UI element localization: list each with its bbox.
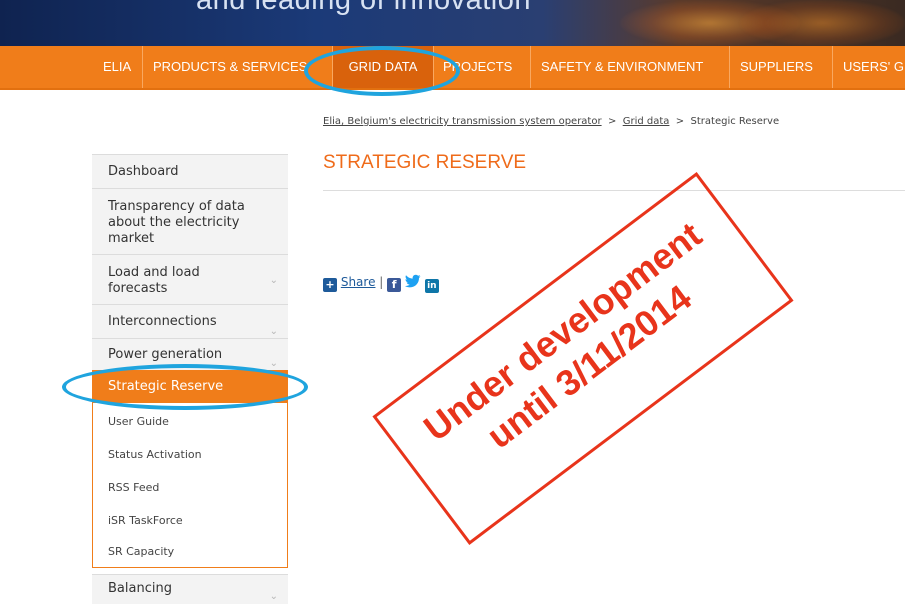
banner-glow — [740, 0, 905, 46]
chevron-down-icon: ⌄ — [269, 274, 278, 286]
share-bar: + Share | f in — [323, 274, 439, 293]
banner-tagline: and leading of innovation — [196, 0, 531, 16]
submenu-rss-feed[interactable]: RSS Feed — [108, 481, 159, 494]
submenu-isr-taskforce[interactable]: iSR TaskForce — [108, 514, 183, 527]
submenu-user-guide[interactable]: User Guide — [108, 415, 169, 428]
sidebar-item-load-forecasts[interactable]: Load and load forecasts ⌄ — [92, 254, 288, 304]
breadcrumb-grid-data-link[interactable]: Grid data — [623, 116, 670, 127]
nav-elia[interactable]: ELIA — [103, 46, 131, 88]
nav-suppliers[interactable]: SUPPLIERS — [740, 46, 813, 88]
share-divider: | — [379, 275, 384, 289]
breadcrumb-home-link[interactable]: Elia, Belgium's electricity transmission… — [323, 116, 602, 127]
sidebar-item-label: Load and load forecasts — [108, 265, 200, 296]
chevron-down-icon: ⌄ — [269, 590, 278, 602]
under-development-stamp: Under development until 3/11/2014 — [372, 172, 794, 545]
sidebar-item-label: Power generation — [108, 347, 223, 362]
sidebar-item-label: Dashboard — [108, 164, 179, 179]
share-link[interactable]: Share — [341, 275, 376, 289]
stamp-line-1: Under development — [416, 213, 710, 449]
nav-divider — [729, 46, 730, 88]
nav-divider — [142, 46, 143, 88]
stamp-text: Under development until 3/11/2014 — [390, 194, 762, 505]
breadcrumb-separator: > — [607, 116, 617, 127]
breadcrumb-current: Strategic Reserve — [690, 116, 780, 127]
twitter-icon[interactable] — [405, 274, 421, 289]
sidebar-item-transparency[interactable]: Transparency of data about the electrici… — [92, 188, 288, 254]
header-banner: and leading of innovation — [0, 0, 905, 46]
sidebar-item-interconnections[interactable]: Interconnections ⌄ — [92, 304, 288, 338]
nav-products-services[interactable]: PRODUCTS & SERVICES — [153, 46, 307, 88]
sidebar-item-balancing[interactable]: Balancing ⌄ — [92, 574, 288, 604]
breadcrumb: Elia, Belgium's electricity transmission… — [323, 116, 779, 127]
title-divider — [323, 190, 905, 191]
stamp-line-2: until 3/11/2014 — [479, 276, 699, 457]
submenu-sr-capacity[interactable]: SR Capacity — [108, 545, 174, 558]
nav-divider — [530, 46, 531, 88]
nav-safety-environment[interactable]: SAFETY & ENVIRONMENT — [541, 46, 703, 88]
sidebar-item-label: Interconnections — [108, 314, 217, 329]
page-title: STRATEGIC RESERVE — [323, 152, 527, 173]
sidebar-item-label: Transparency of data about the electrici… — [108, 199, 245, 246]
nav-divider — [832, 46, 833, 88]
sidebar-item-label: Balancing — [108, 581, 172, 596]
submenu-status-activation[interactable]: Status Activation — [108, 448, 202, 461]
breadcrumb-separator: > — [675, 116, 685, 127]
facebook-icon[interactable]: f — [387, 278, 402, 292]
nav-users-guide[interactable]: USERS' G — [843, 46, 904, 88]
linkedin-icon[interactable]: in — [424, 279, 439, 293]
strategic-reserve-submenu: User Guide Status Activation RSS Feed iS… — [92, 403, 288, 568]
share-plus-icon[interactable]: + — [323, 278, 337, 292]
highlight-oval-strategic-reserve — [62, 364, 308, 410]
sidebar-item-dashboard[interactable]: Dashboard — [92, 154, 288, 188]
highlight-oval-grid-data — [304, 46, 460, 96]
